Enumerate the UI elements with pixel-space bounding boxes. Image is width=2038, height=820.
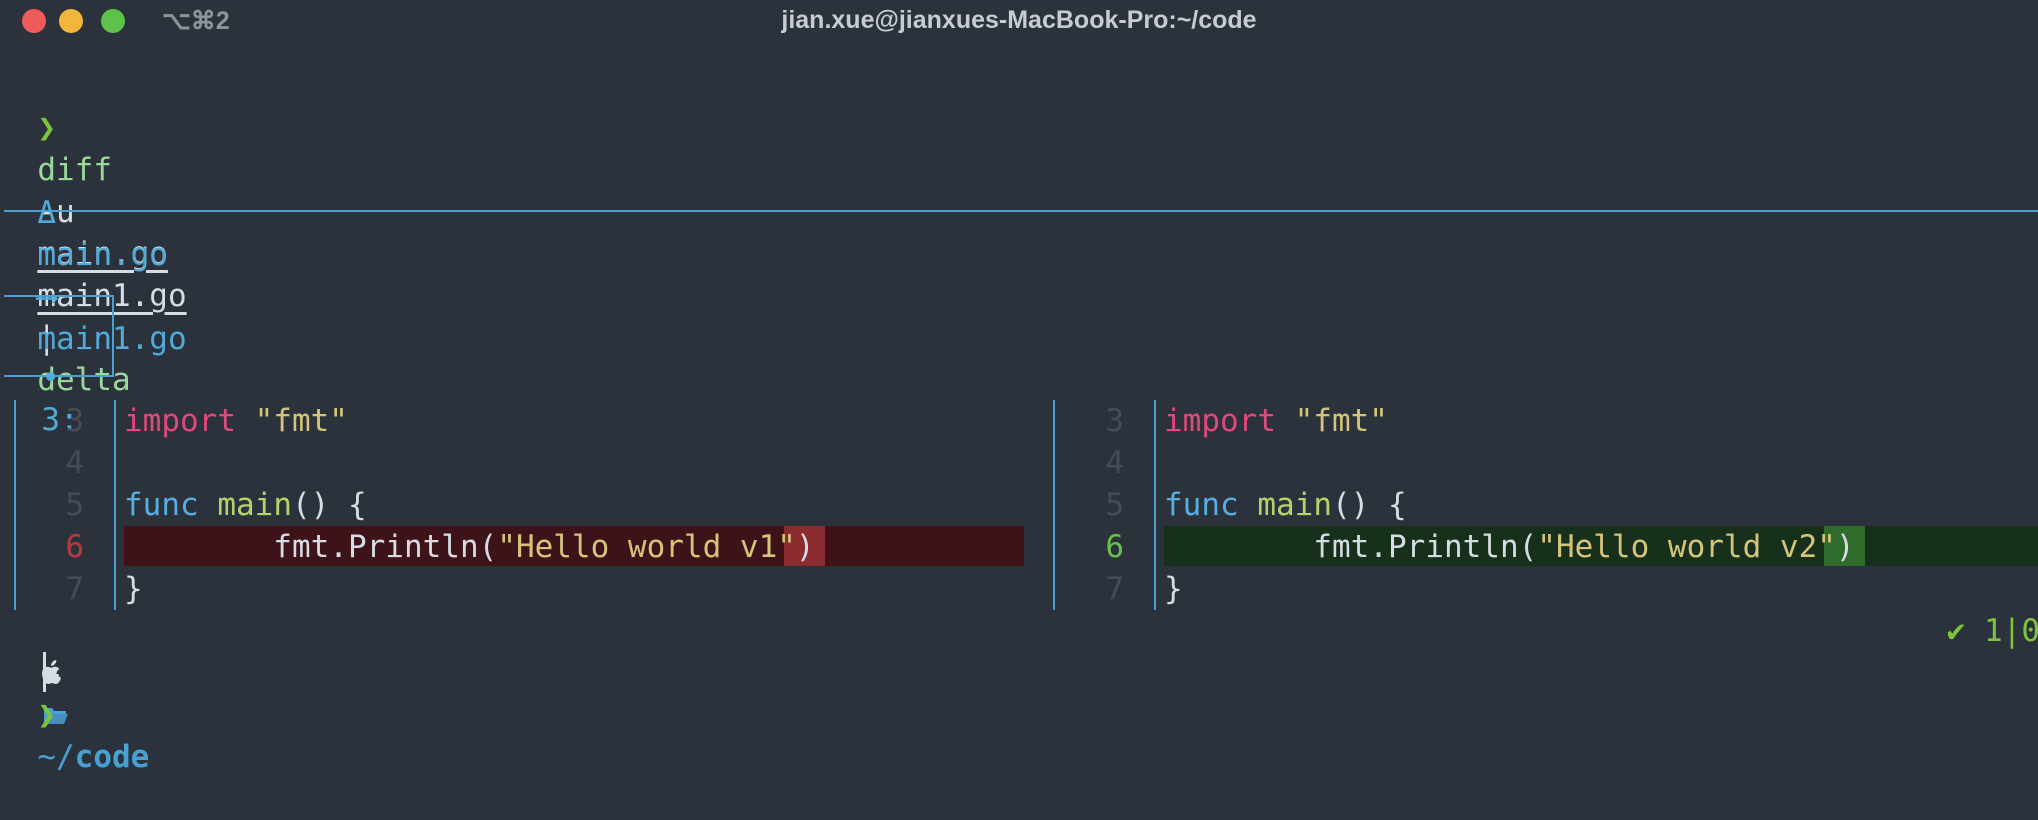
- string: "Hello world: [1537, 529, 1780, 565]
- title-bar: ⌥⌘2 jian.xue@jianxues-MacBook-Pro:~/code: [0, 0, 2038, 44]
- string: ": [1817, 529, 1836, 565]
- left-line-number: 5: [65, 487, 84, 523]
- current-directory: code: [74, 739, 150, 775]
- function-name: main: [1257, 487, 1332, 523]
- right-pane-outer-border: [1053, 400, 1055, 610]
- right-code-line: import "fmt": [1164, 400, 1388, 442]
- prompt-icon: ❯: [37, 110, 56, 146]
- left-code-line: }: [124, 571, 143, 607]
- string: "fmt": [235, 403, 348, 439]
- left-pane-outer-border: [14, 400, 16, 610]
- right-line-number: 7: [1105, 571, 1124, 607]
- keyword: import: [124, 403, 236, 439]
- right-code-line: }: [1164, 571, 1183, 607]
- emphasized-change: v1: [739, 529, 778, 565]
- keyword: func: [1164, 487, 1239, 523]
- window-title: jian.xue@jianxues-MacBook-Pro:~/code: [781, 6, 1257, 34]
- right-line-number: 4: [1105, 445, 1124, 481]
- input-line[interactable]: ❯: [0, 652, 56, 733]
- left-line-number: 3: [65, 403, 84, 439]
- emphasized-change: v2: [1779, 529, 1818, 565]
- bullet-icon: •: [41, 360, 60, 396]
- file-header: Δ main.go ⟶ main1.go: [0, 150, 186, 357]
- code-text: fmt.Println(: [1164, 529, 1538, 565]
- code-text: fmt.Println(: [124, 529, 498, 565]
- left-code-line: import "fmt": [124, 400, 348, 442]
- right-code-line-added: fmt.Println("Hello world v2"): [1164, 526, 1855, 568]
- command-line: ❯ diff -u main.go main1.go | delta: [0, 65, 186, 398]
- left-line-number: 4: [65, 445, 84, 481]
- keyword: func: [124, 487, 199, 523]
- right-pane-gutter-border: [1154, 400, 1156, 610]
- left-line-number: 7: [65, 571, 84, 607]
- delta-icon: Δ: [37, 195, 56, 231]
- right-line-number: 5: [1105, 487, 1124, 523]
- prompt-icon: ❯: [37, 697, 56, 733]
- right-status: ✔ 1|0: [1946, 613, 2038, 649]
- string: "Hello world: [497, 529, 740, 565]
- right-code-line: func main() {: [1164, 484, 1407, 526]
- code-text: ): [1835, 529, 1855, 565]
- function-name: main: [217, 487, 292, 523]
- text-cursor: [43, 652, 46, 692]
- shell-status: ~/code: [0, 610, 149, 775]
- code-text: () {: [1331, 487, 1407, 523]
- string: ": [777, 529, 796, 565]
- left-code-line: func main() {: [124, 484, 367, 526]
- right-line-number: 3: [1105, 403, 1124, 439]
- file-header-rule: [4, 210, 2038, 212]
- string: "fmt": [1275, 403, 1388, 439]
- left-pane-gutter-border: [114, 400, 116, 610]
- left-line-number: 6: [65, 529, 84, 565]
- keyword: import: [1164, 403, 1276, 439]
- left-code-line-removed: fmt.Println("Hello world v1"): [124, 526, 815, 568]
- code-text: ): [795, 529, 815, 565]
- right-line-number: 6: [1105, 529, 1124, 565]
- from-file: main.go: [37, 237, 168, 273]
- code-text: () {: [291, 487, 367, 523]
